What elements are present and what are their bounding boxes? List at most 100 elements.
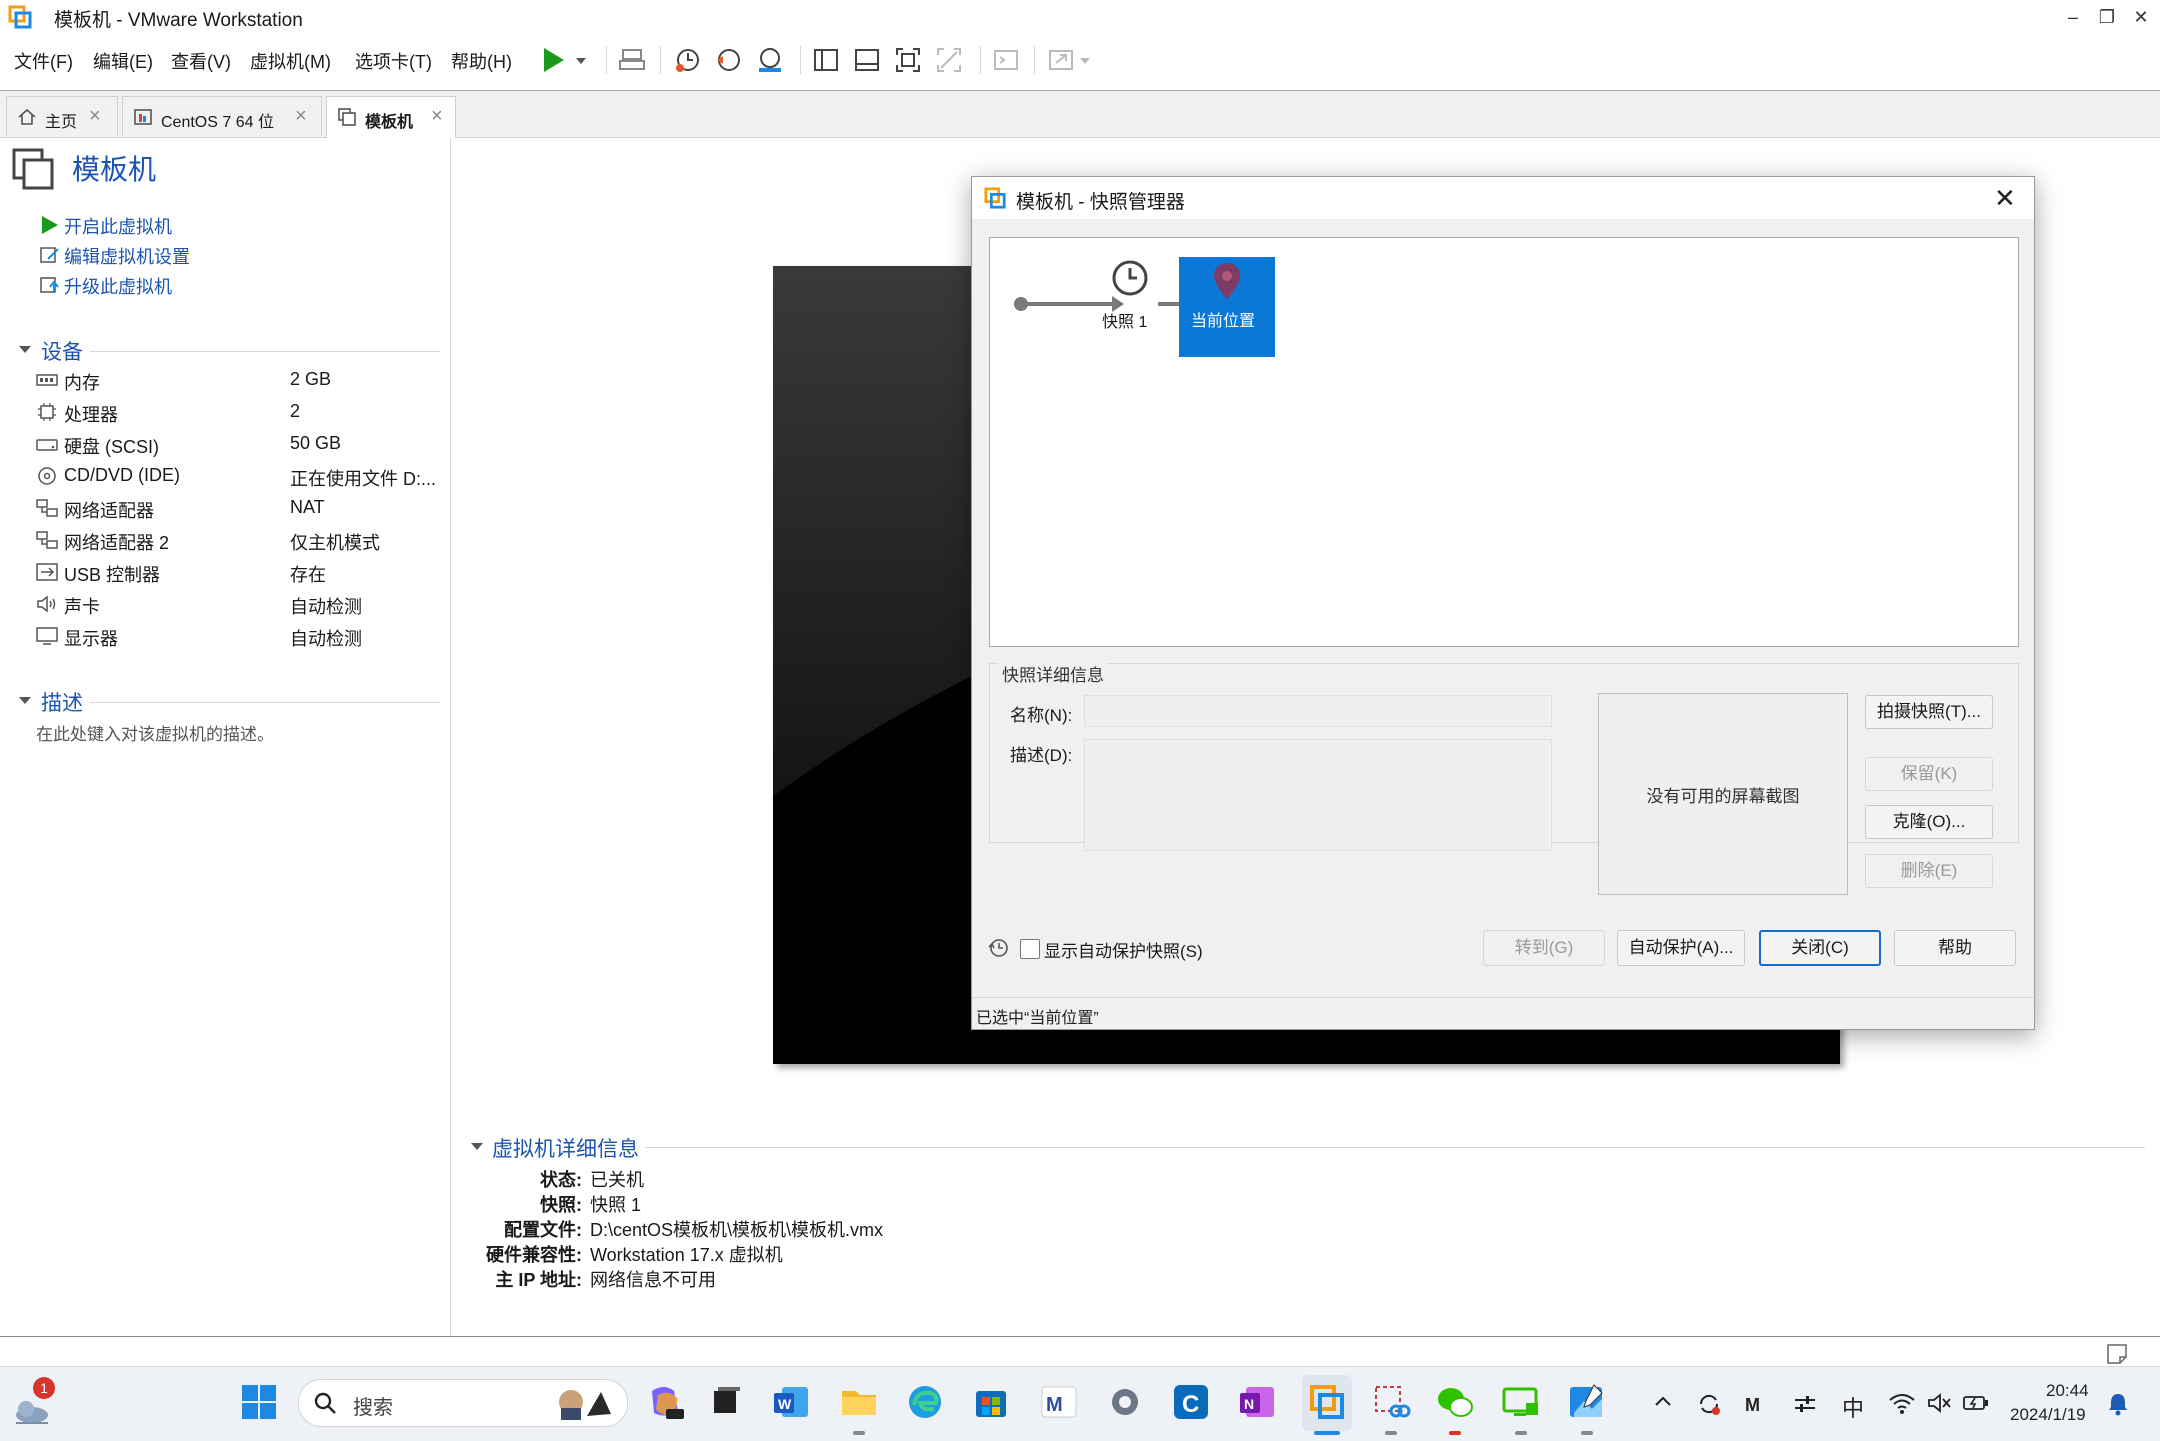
vmware-app-icon (984, 187, 1006, 209)
description-field[interactable] (1084, 739, 1552, 851)
file-explorer-icon[interactable] (838, 1381, 880, 1423)
keep-button[interactable]: 保留(K) (1865, 757, 1993, 791)
current-location-node[interactable]: 当前位置 (1179, 257, 1275, 357)
auto-protect-button[interactable]: 自动保护(A)... (1617, 930, 1745, 966)
tab-template-vm[interactable]: 模板机 × (326, 96, 456, 138)
snapshot-1-label[interactable]: 快照 1 (1102, 308, 1147, 332)
clion-app-icon[interactable]: C (1170, 1381, 1212, 1423)
snapshot-tree[interactable]: 快照 1 当前位置 (989, 237, 2019, 647)
onenote-icon[interactable]: N (1236, 1381, 1278, 1423)
typora-tray-icon[interactable]: M (1743, 1391, 1769, 1417)
minimize-button[interactable]: – (2060, 4, 2086, 30)
typora-icon[interactable]: M (1038, 1381, 1080, 1423)
remote-desktop-icon[interactable] (1500, 1381, 1542, 1423)
show-hidden-icons-chevron-icon[interactable] (1652, 1391, 1674, 1413)
take-snapshot-icon[interactable] (672, 44, 704, 76)
collapse-description-icon[interactable] (16, 691, 36, 711)
taskbar-search-box[interactable]: 搜索 (298, 1379, 628, 1427)
disk-icon (36, 434, 58, 454)
settings-gear-icon[interactable] (1104, 1381, 1146, 1423)
panel-divider (450, 138, 451, 1336)
detail-label: 配置文件: (504, 1220, 582, 1240)
battery-icon[interactable] (1962, 1391, 1990, 1415)
edge-icon[interactable] (904, 1381, 946, 1423)
snapshot-clock-icon[interactable] (1110, 258, 1150, 298)
goto-button[interactable]: 转到(G) (1483, 930, 1605, 966)
device-row[interactable]: 声卡 自动检测 (36, 591, 446, 619)
menu-help[interactable]: 帮助(H) (451, 48, 512, 74)
tab-close-icon[interactable]: × (431, 105, 443, 128)
device-row[interactable]: 显示器 自动检测 (36, 623, 446, 651)
devices-heading: 设备 (41, 341, 83, 364)
send-ctrl-alt-del-icon[interactable] (616, 44, 648, 76)
menu-vm[interactable]: 虚拟机(M) (250, 48, 331, 74)
image-editor-icon[interactable] (1566, 1381, 1608, 1423)
cdrom-icon (36, 466, 58, 486)
device-row[interactable]: 网络适配器 2 仅主机模式 (36, 527, 446, 555)
svg-text:C: C (1182, 1391, 1199, 1418)
collapse-devices-icon[interactable] (16, 340, 36, 360)
unity-icon[interactable] (933, 44, 965, 76)
power-on-icon[interactable] (540, 44, 586, 76)
notification-bell-icon[interactable] (2106, 1391, 2130, 1417)
show-autoprotect-checkbox[interactable] (1020, 939, 1040, 959)
screenshot-preview: 没有可用的屏幕截图 (1598, 693, 1848, 895)
task-view-icon[interactable] (704, 1381, 746, 1423)
clone-button[interactable]: 克隆(O)... (1865, 805, 1993, 839)
sync-icon[interactable] (1696, 1391, 1722, 1417)
microsoft-store-icon[interactable] (970, 1381, 1012, 1423)
collapse-details-icon[interactable] (468, 1137, 488, 1157)
menu-file[interactable]: 文件(F) (14, 48, 73, 74)
tab-close-icon[interactable]: × (295, 105, 307, 128)
device-row[interactable]: 硬盘 (SCSI) 50 GB (36, 431, 446, 459)
wechat-icon[interactable] (1434, 1381, 1476, 1423)
detail-value: 已关机 (590, 1170, 644, 1190)
menu-edit[interactable]: 编辑(E) (93, 48, 153, 74)
dialog-close-icon[interactable]: ✕ (1994, 183, 2016, 214)
menu-tabs[interactable]: 选项卡(T) (355, 48, 432, 74)
device-value: 2 GB (290, 369, 332, 389)
description-heading: 描述 (41, 692, 83, 715)
name-field[interactable] (1084, 695, 1552, 727)
window-title: 模板机 - VMware Workstation (54, 10, 303, 31)
detail-value: 快照 1 (590, 1195, 642, 1215)
device-row[interactable]: 网络适配器 NAT (36, 495, 446, 523)
snapshot-manager-icon[interactable] (754, 44, 786, 76)
clock-time[interactable]: 20:44 (2046, 1381, 2089, 1401)
show-thumbnail-bar-icon[interactable] (851, 44, 883, 76)
delete-button[interactable]: 删除(E) (1865, 854, 1993, 888)
tab-label: 主页 (45, 114, 78, 131)
volume-muted-icon[interactable] (1926, 1391, 1952, 1415)
wifi-icon[interactable] (1888, 1391, 1916, 1415)
stretch-view-icon[interactable] (1046, 44, 1090, 76)
help-button[interactable]: 帮助 (1894, 930, 2016, 966)
take-snapshot-button[interactable]: 拍摄快照(T)... (1865, 695, 1993, 729)
device-row[interactable]: CD/DVD (IDE) 正在使用文件 D:... (36, 463, 446, 491)
snipping-tool-icon[interactable] (1370, 1381, 1412, 1423)
full-screen-icon[interactable] (892, 44, 924, 76)
message-log-icon[interactable] (2106, 1343, 2128, 1365)
console-view-icon[interactable] (990, 44, 1022, 76)
description-text[interactable]: 在此处键入对该虚拟机的描述。 (36, 720, 274, 745)
show-library-icon[interactable] (810, 44, 842, 76)
notification-badge: 1 (33, 1377, 55, 1399)
device-row[interactable]: USB 控制器 存在 (36, 559, 446, 587)
start-button-icon[interactable] (238, 1381, 280, 1423)
copilot-icon[interactable] (644, 1381, 686, 1423)
input-settings-icon[interactable] (1792, 1391, 1818, 1417)
revert-snapshot-icon[interactable] (713, 44, 745, 76)
tab-centos[interactable]: CentOS 7 64 位 × (122, 96, 322, 136)
ime-indicator[interactable]: 中 (1842, 1391, 1864, 1423)
close-button[interactable]: ✕ (2128, 4, 2154, 30)
close-dialog-button[interactable]: 关闭(C) (1759, 930, 1881, 966)
menu-view[interactable]: 查看(V) (171, 48, 231, 74)
vmware-taskbar-icon[interactable] (1306, 1381, 1348, 1423)
word-icon[interactable]: W (770, 1381, 812, 1423)
device-row[interactable]: 内存 2 GB (36, 367, 446, 395)
search-highlight-icon (551, 1384, 615, 1422)
tab-home[interactable]: 主页 × (6, 96, 118, 136)
device-row[interactable]: 处理器 2 (36, 399, 446, 427)
maximize-button[interactable]: ❐ (2094, 4, 2120, 30)
clock-date[interactable]: 2024/1/19 (2010, 1405, 2086, 1425)
tab-close-icon[interactable]: × (89, 105, 101, 128)
